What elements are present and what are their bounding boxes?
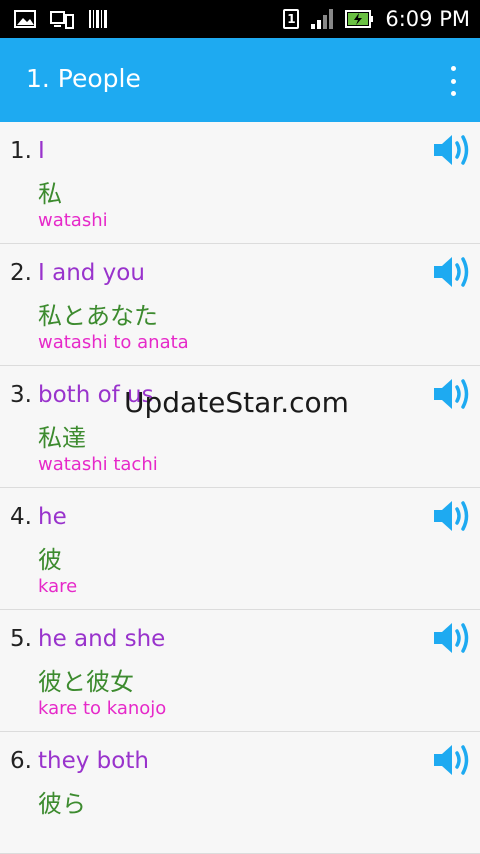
english-text: he [38, 504, 67, 530]
list-item[interactable]: 3. both of us 私達 watashi tachi [0, 366, 480, 488]
japanese-text: 彼と彼女 [38, 668, 134, 696]
japanese-text: 彼ら [38, 790, 86, 818]
list-item[interactable]: 5. he and she 彼と彼女 kare to kanojo [0, 610, 480, 732]
status-bar: 1 6:09 PM [0, 0, 480, 38]
japanese-text: 彼 [38, 546, 62, 574]
speaker-icon[interactable] [432, 254, 472, 290]
list-item[interactable]: 6. they both 彼ら [0, 732, 480, 854]
speaker-icon[interactable] [432, 620, 472, 656]
romaji-text: watashi to anata [38, 332, 189, 353]
speaker-icon[interactable] [432, 376, 472, 412]
romaji-text: kare to kanojo [38, 698, 167, 719]
japanese-text: 私とあなた [38, 302, 158, 330]
japanese-text: 私 [38, 180, 62, 208]
page-title: 1. People [26, 64, 141, 93]
item-number: 5. [10, 626, 32, 652]
sim-label: 1 [287, 12, 296, 26]
battery-charging-icon [345, 10, 374, 28]
item-number: 4. [10, 504, 32, 530]
watermark: UpdateStar.com [124, 386, 349, 419]
speaker-icon[interactable] [432, 742, 472, 778]
sim-icon: 1 [283, 9, 300, 29]
english-text: he and she [38, 626, 166, 652]
english-text: they both [38, 748, 149, 774]
japanese-text: 私達 [38, 424, 86, 452]
list-item[interactable]: 4. he 彼 kare [0, 488, 480, 610]
speaker-icon[interactable] [432, 132, 472, 168]
app-bar: 1. People [0, 38, 480, 122]
phrase-list: 1. I 私 watashi 2. I and you 私とあなた watash… [0, 122, 480, 854]
item-number: 2. [10, 260, 32, 286]
barcode-icon [89, 10, 107, 28]
romaji-text: kare [38, 576, 78, 597]
item-number: 3. [10, 382, 32, 408]
speaker-icon[interactable] [432, 498, 472, 534]
image-icon [14, 10, 36, 28]
romaji-text: watashi tachi [38, 454, 158, 475]
overflow-menu-icon[interactable] [446, 66, 460, 96]
item-number: 6. [10, 748, 32, 774]
list-item[interactable]: 1. I 私 watashi [0, 122, 480, 244]
item-number: 1. [10, 138, 32, 164]
cast-icon [50, 11, 74, 29]
status-time: 6:09 PM [385, 7, 470, 31]
status-bar-notifications [14, 8, 108, 30]
romaji-text: watashi [38, 210, 108, 231]
status-bar-system: 1 6:09 PM [283, 6, 470, 32]
english-text: I and you [38, 260, 145, 286]
list-item[interactable]: 2. I and you 私とあなた watashi to anata [0, 244, 480, 366]
signal-icon [311, 9, 334, 29]
english-text: I [38, 138, 45, 164]
